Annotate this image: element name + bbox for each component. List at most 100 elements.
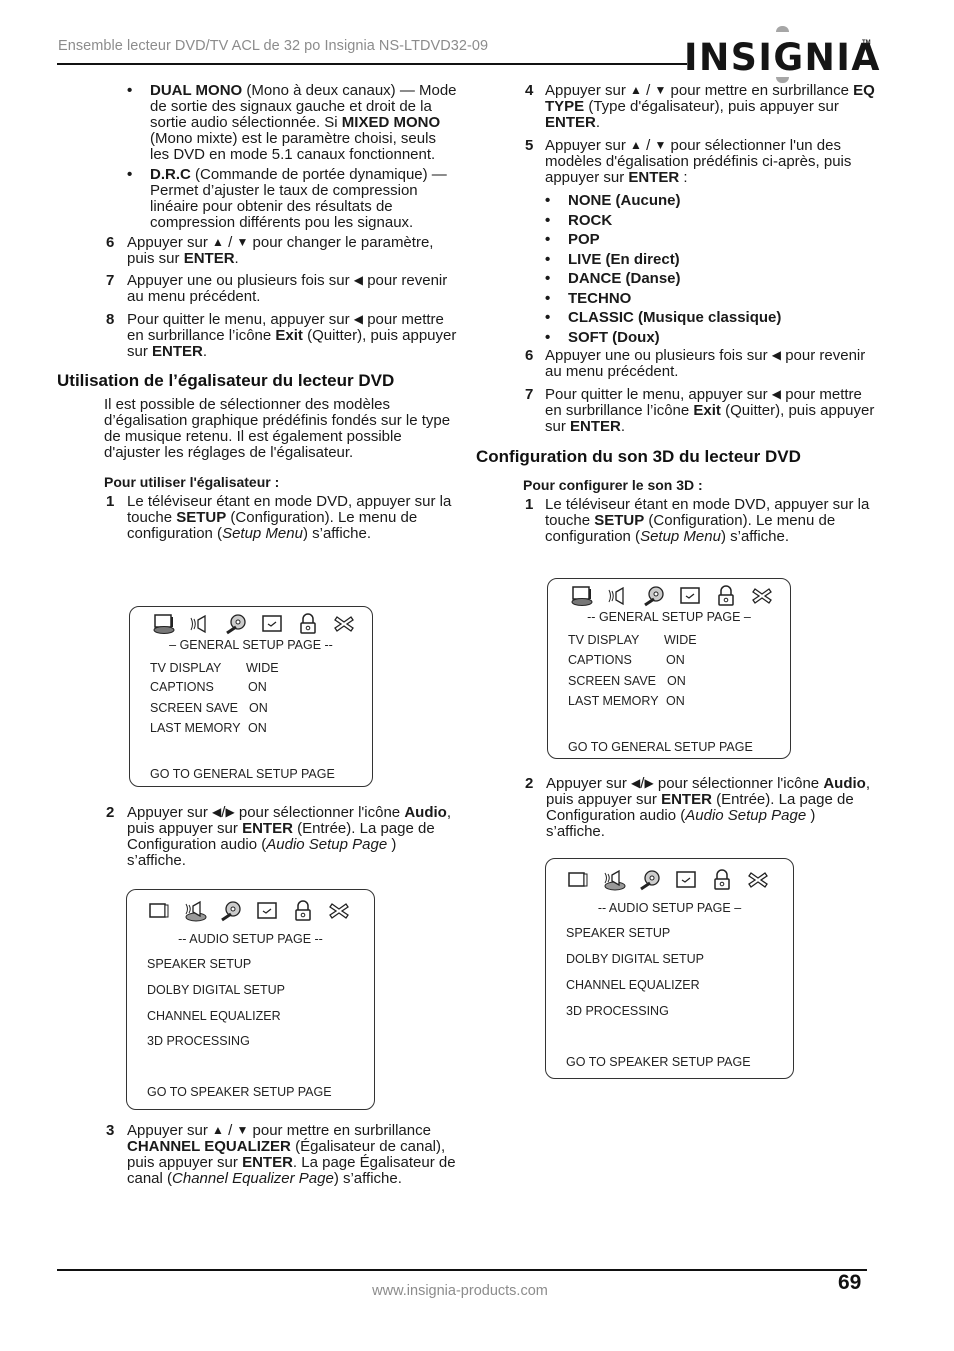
left-step-2-wrap: 2 Appuyer sur ◀/▶ pour sélectionner l'ic…: [57, 805, 457, 869]
eq-preset-item: • SOFT (Doux): [545, 328, 660, 346]
film-reel-icon: [224, 613, 260, 635]
step-2: 2 Appuyer sur ◀/▶ pour sélectionner l'ic…: [106, 804, 451, 869]
equalizer-intro: Il est possible de sélectionner des modè…: [104, 396, 451, 461]
eq-preset-item: • LIVE (En direct): [545, 250, 680, 268]
left-arrow-icon: ◀: [353, 273, 364, 287]
exit-x-icon: [327, 900, 363, 922]
speaker-icon: [606, 585, 642, 607]
osd-item-speaker-setup: SPEAKER SETUP: [147, 957, 252, 971]
step-number: 3: [106, 1122, 115, 1139]
eq-preset-item: • DANCE (Danse): [545, 270, 681, 287]
step-number: 2: [525, 775, 534, 792]
up-arrow-icon: ▲: [212, 1123, 224, 1137]
eq-preset-item: • CLASSIC (Musique classique): [545, 309, 782, 326]
step-1: 1 Le téléviseur étant en mode DVD, appuy…: [106, 493, 452, 542]
left-step-3-wrap: 3 Appuyer sur ▲ / ▼ pour mettre en surbr…: [57, 1123, 457, 1187]
lock-icon: [710, 869, 746, 891]
osd-row-tv-display: TV DISPLAY WIDE: [568, 633, 697, 647]
eq-preset-item: • ROCK: [545, 211, 613, 229]
osd-audio-setup-page-right: -- AUDIO SETUP PAGE – SPEAKER SETUP DOLB…: [545, 858, 794, 1079]
down-arrow-icon: ▼: [236, 235, 249, 249]
bullet-dot: •: [127, 166, 133, 183]
tv-icon: [570, 585, 606, 607]
right-step-2-wrap: 2 Appuyer sur ◀/▶ pour sélectionner l'ic…: [476, 776, 876, 840]
bullet-dot: •: [127, 82, 133, 99]
osd-title: -- AUDIO SETUP PAGE –: [597, 901, 742, 915]
step-5: 5 Appuyer sur ▲ / ▼ pour sélectionner l'…: [525, 137, 852, 186]
step-number: 7: [106, 272, 115, 289]
eq-preset-item: • NONE (Aucune): [545, 192, 681, 209]
osd-item-3d-processing: 3D PROCESSING: [147, 1034, 250, 1048]
down-arrow-icon: ▼: [654, 138, 667, 152]
osd-row-screen-save: SCREEN SAVE ON: [150, 701, 268, 715]
up-arrow-icon: ▲: [630, 138, 642, 152]
osd-title: -- GENERAL SETUP PAGE –: [587, 610, 751, 624]
osd-general-setup-page-right: -- GENERAL SETUP PAGE – TV DISPLAY WIDE C…: [547, 578, 791, 759]
osd-title: -- AUDIO SETUP PAGE --: [178, 932, 323, 946]
osd-row-screen-save: SCREEN SAVE ON: [568, 674, 686, 688]
screen-check-icon: [260, 613, 296, 635]
osd-footer: GO TO GENERAL SETUP PAGE: [568, 740, 753, 754]
osd-icon-bar: [566, 869, 782, 891]
tv-icon: [152, 613, 188, 635]
speaker-icon: [602, 869, 638, 891]
step-number: 1: [525, 496, 534, 513]
step-number: 2: [106, 804, 115, 821]
step-3: 3 Appuyer sur ▲ / ▼ pour mettre en surbr…: [106, 1122, 456, 1187]
osd-row-last-memory: LAST MEMORY ON: [568, 694, 685, 708]
osd-icon-bar: [570, 585, 786, 607]
left-arrow-icon: ◀: [212, 805, 222, 819]
screen-check-icon: [678, 585, 714, 607]
screen-check-icon: [255, 900, 291, 922]
osd-item-channel-equalizer: CHANNEL EQUALIZER: [566, 978, 700, 992]
left-arrow-icon: ◀: [771, 387, 782, 401]
step-number: 5: [525, 137, 534, 154]
osd-footer: GO TO SPEAKER SETUP PAGE: [147, 1085, 332, 1099]
footer-url[interactable]: www.insignia-products.com: [0, 1283, 920, 1299]
osd-item-channel-equalizer: CHANNEL EQUALIZER: [147, 1009, 281, 1023]
step-2: 2 Appuyer sur ◀/▶ pour sélectionner l'ic…: [525, 775, 870, 840]
step-7: 7 Pour quitter le menu, appuyer sur ◀ po…: [525, 386, 875, 435]
step-number: 6: [525, 347, 534, 364]
insignia-logo: INSIGNIA TM: [684, 26, 879, 84]
section-heading-3d-sound: Configuration du son 3D du lecteur DVD: [476, 447, 801, 466]
down-arrow-icon: ▼: [654, 83, 667, 97]
osd-icon-bar: [147, 900, 363, 922]
step-number: 1: [106, 493, 115, 510]
speaker-icon: [188, 613, 224, 635]
osd-footer: GO TO SPEAKER SETUP PAGE: [566, 1055, 751, 1069]
lock-icon: [296, 613, 332, 635]
footer-rule: [57, 1269, 867, 1271]
logo-trademark: TM: [862, 40, 871, 46]
left-arrow-icon: ◀: [353, 312, 364, 326]
osd-row-captions: CAPTIONS ON: [568, 653, 685, 667]
film-reel-icon: [219, 900, 255, 922]
osd-footer: GO TO GENERAL SETUP PAGE: [150, 767, 335, 781]
film-reel-icon: [642, 585, 678, 607]
bullet-dual-mono: • DUAL MONO (Mono à deux canaux) — Mode …: [127, 82, 457, 163]
exit-x-icon: [750, 585, 786, 607]
step-number: 7: [525, 386, 534, 403]
lock-icon: [714, 585, 750, 607]
osd-title: – GENERAL SETUP PAGE --: [169, 638, 333, 652]
subheading-configure-3d: Pour configurer le son 3D :: [523, 477, 703, 493]
logo-wordmark: INSIGNIA: [684, 36, 881, 79]
osd-item-speaker-setup: SPEAKER SETUP: [566, 926, 671, 940]
right-arrow-icon: ▶: [225, 805, 235, 819]
right-column: 4 Appuyer sur ▲ / ▼ pour mettre en surbr…: [476, 83, 876, 545]
speaker-icon: [183, 900, 219, 922]
osd-general-setup-page: – GENERAL SETUP PAGE -- TV DISPLAY WIDE C…: [129, 606, 373, 787]
left-column: • DUAL MONO (Mono à deux canaux) — Mode …: [57, 83, 457, 542]
tv-icon: [147, 900, 183, 922]
right-arrow-icon: ▶: [644, 776, 654, 790]
osd-audio-setup-page: -- AUDIO SETUP PAGE -- SPEAKER SETUP DOL…: [126, 889, 375, 1110]
exit-x-icon: [746, 869, 782, 891]
osd-item-dolby-digital-setup: DOLBY DIGITAL SETUP: [566, 952, 705, 966]
osd-row-captions: CAPTIONS ON: [150, 680, 267, 694]
section-heading-equalizer: Utilisation de l’égalisateur du lecteur …: [57, 371, 395, 390]
film-reel-icon: [638, 869, 674, 891]
bullet-drc: • D.R.C (Commande de portée dynamique) —…: [127, 166, 447, 231]
screen-check-icon: [674, 869, 710, 891]
left-arrow-icon: ◀: [771, 348, 782, 362]
osd-row-last-memory: LAST MEMORY ON: [150, 721, 267, 735]
